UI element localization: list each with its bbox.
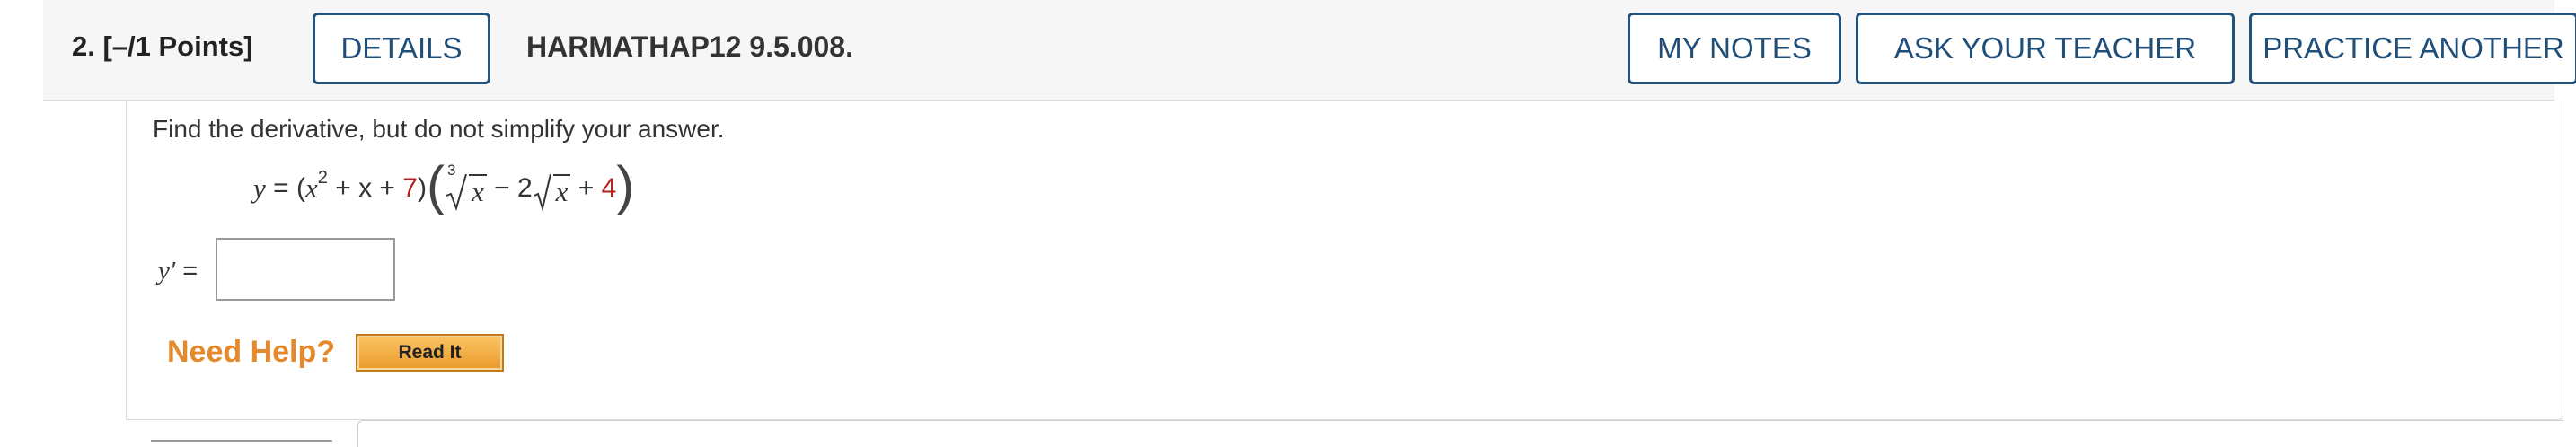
question-body bbox=[126, 101, 2563, 420]
read-it-button[interactable]: Read It bbox=[356, 334, 504, 372]
paren-open: ( bbox=[296, 173, 305, 203]
next-section-divider bbox=[151, 440, 332, 443]
constant-7: 7 bbox=[402, 173, 418, 203]
coefficient-2: 2 bbox=[516, 173, 533, 203]
answer-label-var: y′ bbox=[158, 257, 176, 285]
ask-your-teacher-button[interactable]: ASK YOUR TEACHER bbox=[1856, 13, 2235, 84]
plus-x-plus: + x + bbox=[335, 173, 395, 203]
big-paren-close: ) bbox=[616, 155, 635, 215]
cube-root: 3 x bbox=[445, 162, 487, 212]
radical-sign-icon bbox=[534, 173, 551, 212]
plus-sign: + bbox=[578, 173, 595, 203]
function-equation: y = (x 2 + x + 7) ( 3 x − 2 x + 4 ) bbox=[253, 157, 634, 220]
practice-another-button[interactable]: PRACTICE ANOTHER bbox=[2249, 13, 2576, 84]
radical-sign-icon bbox=[446, 173, 467, 212]
constant-4: 4 bbox=[601, 173, 617, 203]
answer-label: y′ = bbox=[158, 257, 198, 286]
cube-root-radicand: x bbox=[468, 174, 487, 208]
need-help-label: Need Help? bbox=[167, 335, 336, 369]
equation-lhs: y bbox=[253, 172, 266, 204]
var-x: x bbox=[304, 172, 318, 204]
big-paren-open: ( bbox=[426, 155, 445, 215]
next-question-panel bbox=[357, 420, 2563, 447]
details-button[interactable]: DETAILS bbox=[313, 13, 490, 84]
exponent-2: 2 bbox=[317, 167, 328, 188]
question-header: 2. [–/1 Points] DETAILS HARMATHAP12 9.5.… bbox=[43, 0, 2576, 101]
paren-close: ) bbox=[417, 173, 427, 203]
my-notes-button[interactable]: MY NOTES bbox=[1628, 13, 1841, 84]
equation-equals: = bbox=[273, 173, 289, 203]
answer-label-equals: = bbox=[182, 257, 198, 285]
square-root: x bbox=[533, 169, 571, 212]
square-root-radicand: x bbox=[552, 174, 571, 208]
question-points-label: 2. [–/1 Points] bbox=[72, 31, 253, 62]
question-prompt: Find the derivative, but do not simplify… bbox=[153, 115, 725, 143]
answer-input[interactable] bbox=[216, 238, 395, 301]
question-id: HARMATHAP12 9.5.008. bbox=[526, 31, 853, 63]
minus-sign: − bbox=[494, 173, 510, 203]
